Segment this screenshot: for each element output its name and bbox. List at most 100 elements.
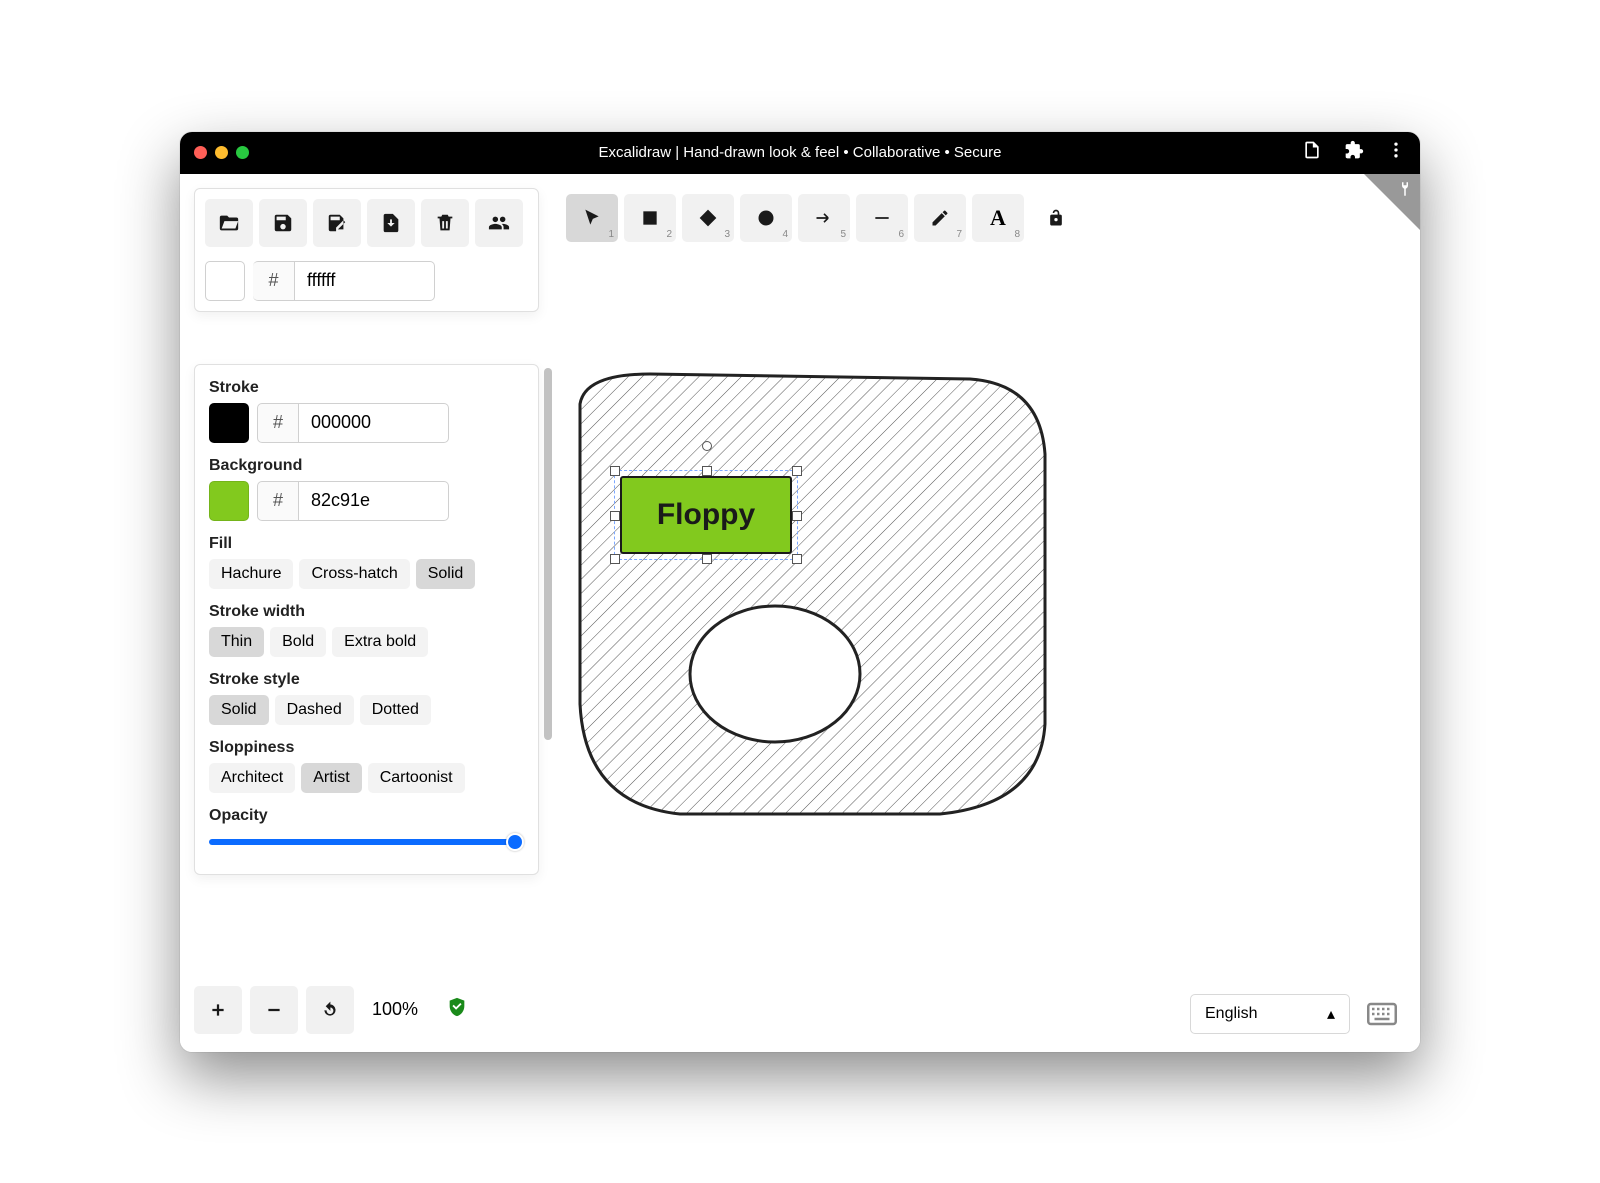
save-as-button[interactable]	[313, 199, 361, 247]
tool-rectangle[interactable]: 2	[624, 194, 676, 242]
resize-handle-sw[interactable]	[610, 554, 620, 564]
rotate-handle[interactable]	[702, 441, 712, 451]
stroke-style-label: Stroke style	[209, 671, 524, 689]
stroke-width-options: Thin Bold Extra bold	[209, 627, 524, 657]
resize-handle-n[interactable]	[702, 466, 712, 476]
sw-thin[interactable]: Thin	[209, 627, 264, 657]
bg-input[interactable]	[299, 481, 449, 521]
drawn-shape-disk[interactable]	[580, 374, 1045, 814]
slop-artist[interactable]: Artist	[301, 763, 361, 793]
sw-bold[interactable]: Bold	[270, 627, 326, 657]
more-icon[interactable]	[1386, 140, 1406, 165]
opacity-slider[interactable]	[209, 839, 524, 845]
traffic-lights	[194, 146, 249, 159]
stroke-style-options: Solid Dashed Dotted	[209, 695, 524, 725]
bg-swatch[interactable]	[209, 481, 249, 521]
tool-selection[interactable]: 1	[566, 194, 618, 242]
extension-icon[interactable]	[1344, 140, 1364, 165]
export-button[interactable]	[367, 199, 415, 247]
language-value: English	[1205, 1005, 1257, 1023]
app-window: Excalidraw | Hand-drawn look & feel • Co…	[180, 132, 1420, 1052]
minimize-window[interactable]	[215, 146, 228, 159]
drawn-shape-hole[interactable]	[690, 606, 860, 742]
reset-icon	[321, 1001, 339, 1019]
close-window[interactable]	[194, 146, 207, 159]
sloppiness-options: Architect Artist Cartoonist	[209, 763, 524, 793]
shield-check-icon	[446, 996, 468, 1018]
background-label: Background	[209, 457, 524, 475]
fill-label: Fill	[209, 535, 524, 553]
sloppiness-label: Sloppiness	[209, 739, 524, 757]
text-icon: A	[990, 205, 1006, 231]
resize-handle-s[interactable]	[702, 554, 712, 564]
keyboard-icon	[1367, 1002, 1397, 1026]
corner-plug-icon[interactable]	[1396, 180, 1414, 203]
stroke-hash: #	[257, 403, 299, 443]
clear-button[interactable]	[421, 199, 469, 247]
sw-extrabold[interactable]: Extra bold	[332, 627, 428, 657]
keyboard-shortcuts-button[interactable]	[1362, 994, 1402, 1034]
canvas-bg-swatch[interactable]	[205, 261, 245, 301]
hash-label: #	[253, 261, 295, 301]
stroke-label: Stroke	[209, 379, 524, 397]
save-button[interactable]	[259, 199, 307, 247]
ss-solid[interactable]: Solid	[209, 695, 269, 725]
resize-handle-ne[interactable]	[792, 466, 802, 476]
arrow-icon	[814, 208, 834, 228]
tool-arrow[interactable]: 5	[798, 194, 850, 242]
shape-toolbar: 1 2 3 4 5 6 7	[560, 188, 1082, 248]
fill-crosshatch[interactable]: Cross-hatch	[299, 559, 409, 589]
collaborate-button[interactable]	[475, 199, 523, 247]
square-icon	[640, 208, 660, 228]
tool-ellipse[interactable]: 4	[740, 194, 792, 242]
lock-button[interactable]	[1036, 194, 1076, 242]
resize-handle-nw[interactable]	[610, 466, 620, 476]
minus-icon	[265, 1001, 283, 1019]
tool-draw[interactable]: 7	[914, 194, 966, 242]
resize-handle-e[interactable]	[792, 511, 802, 521]
language-select[interactable]: English ▴	[1190, 994, 1350, 1034]
encryption-shield[interactable]	[446, 996, 468, 1023]
diamond-icon	[698, 208, 718, 228]
resize-handle-se[interactable]	[792, 554, 802, 564]
fill-solid[interactable]: Solid	[416, 559, 476, 589]
fill-hachure[interactable]: Hachure	[209, 559, 293, 589]
plus-icon	[209, 1001, 227, 1019]
window-title: Excalidraw | Hand-drawn look & feel • Co…	[180, 144, 1420, 161]
stroke-width-label: Stroke width	[209, 603, 524, 621]
export-icon	[380, 212, 402, 234]
tool-diamond[interactable]: 3	[682, 194, 734, 242]
document-icon[interactable]	[1302, 140, 1322, 165]
slop-architect[interactable]: Architect	[209, 763, 295, 793]
zoom-reset-button[interactable]	[306, 986, 354, 1034]
maximize-window[interactable]	[236, 146, 249, 159]
bg-hash: #	[257, 481, 299, 521]
ss-dashed[interactable]: Dashed	[275, 695, 354, 725]
canvas-bg-input[interactable]	[295, 261, 435, 301]
zoom-controls: 100%	[194, 986, 468, 1034]
tool-line[interactable]: 6	[856, 194, 908, 242]
properties-scrollbar[interactable]	[544, 368, 552, 740]
users-icon	[488, 212, 510, 234]
slop-cartoonist[interactable]: Cartoonist	[368, 763, 465, 793]
save-edit-icon	[326, 212, 348, 234]
cursor-icon	[582, 208, 602, 228]
chevron-up-icon: ▴	[1327, 1004, 1335, 1024]
ss-dotted[interactable]: Dotted	[360, 695, 431, 725]
circle-icon	[756, 208, 776, 228]
zoom-in-button[interactable]	[194, 986, 242, 1034]
titlebar: Excalidraw | Hand-drawn look & feel • Co…	[180, 132, 1420, 174]
file-panel: #	[194, 188, 539, 312]
opacity-label: Opacity	[209, 807, 524, 825]
zoom-out-button[interactable]	[250, 986, 298, 1034]
stroke-swatch[interactable]	[209, 403, 249, 443]
stroke-input[interactable]	[299, 403, 449, 443]
line-icon	[872, 208, 892, 228]
fill-options: Hachure Cross-hatch Solid	[209, 559, 524, 589]
open-button[interactable]	[205, 199, 253, 247]
tool-text[interactable]: A 8	[972, 194, 1024, 242]
pencil-icon	[930, 208, 950, 228]
trash-icon	[434, 212, 456, 234]
resize-handle-w[interactable]	[610, 511, 620, 521]
app-body: Floppy	[180, 174, 1420, 1052]
